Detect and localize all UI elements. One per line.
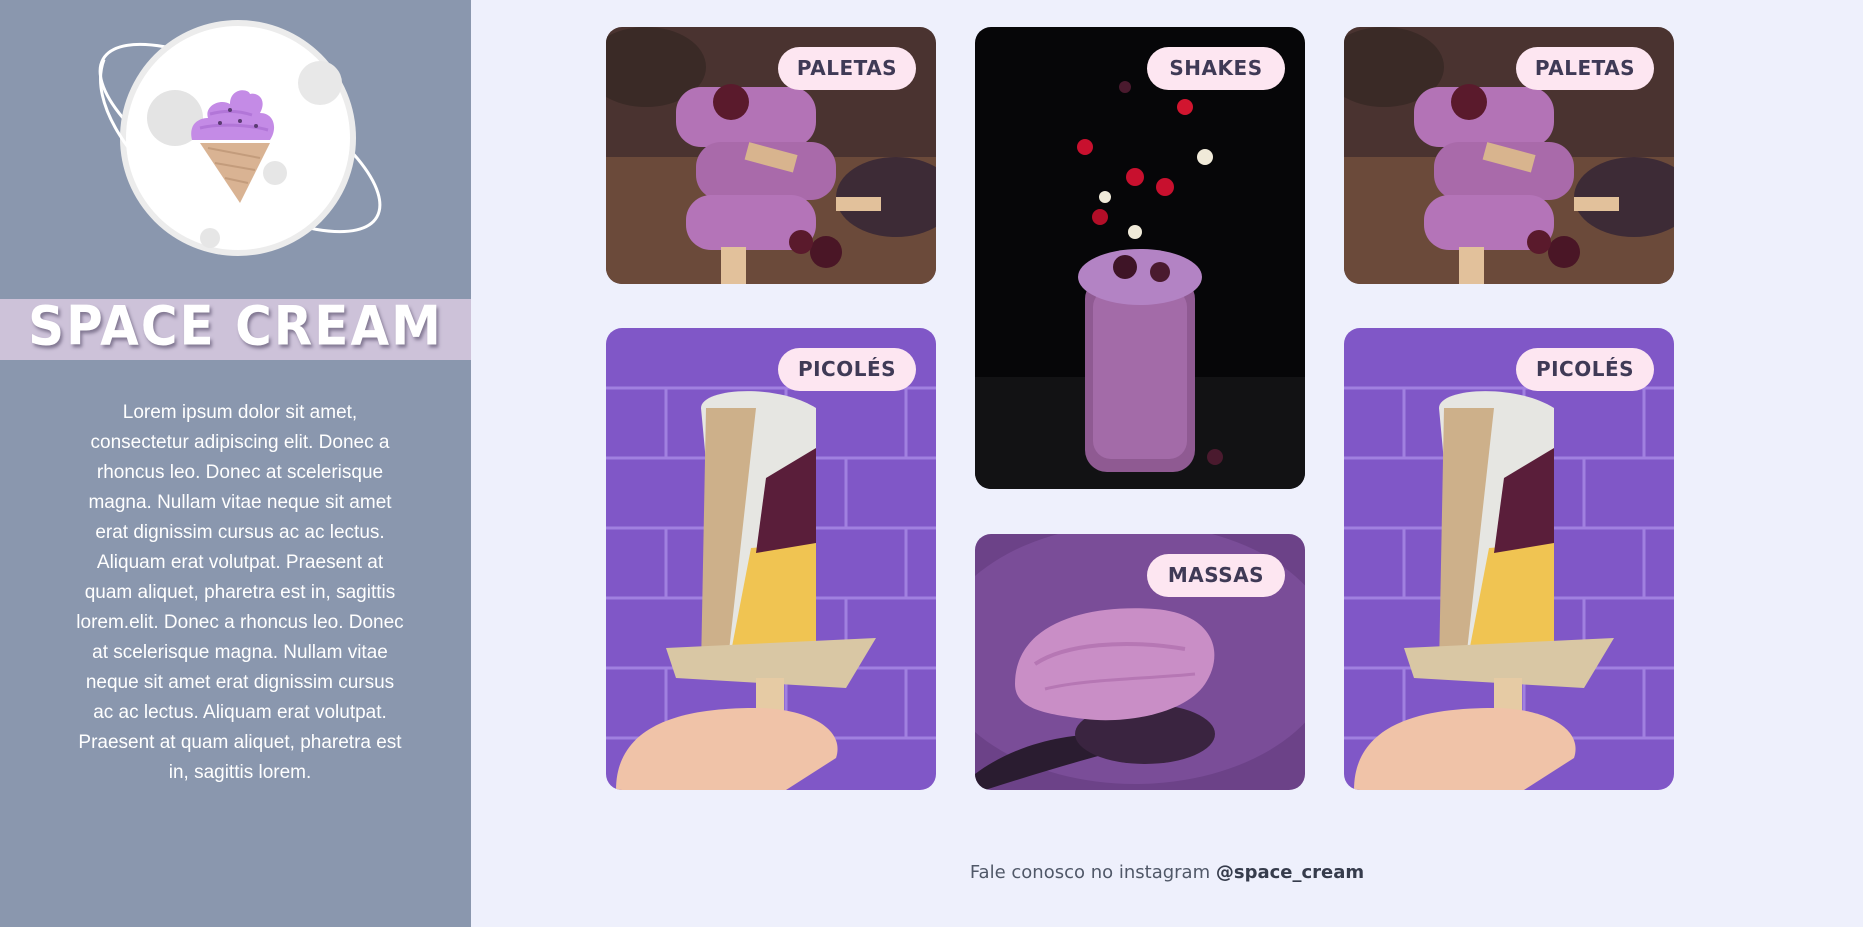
footer: Fale conosco no instagram @space_cream: [471, 862, 1863, 883]
berry-shake-photo: [975, 27, 1305, 489]
card-shakes[interactable]: SHAKES: [975, 27, 1305, 489]
card-label: PICOLÉS: [1516, 348, 1654, 391]
card-massas[interactable]: MASSAS: [975, 534, 1305, 790]
sidebar: SPACE CREAM Lorem ipsum dolor sit amet, …: [0, 0, 471, 927]
card-label: PALETAS: [778, 47, 916, 90]
card-label: PALETAS: [1516, 47, 1654, 90]
footer-text: Fale conosco no instagram: [969, 862, 1211, 883]
card-label: PICOLÉS: [778, 348, 916, 391]
brand-title: SPACE CREAM: [28, 294, 443, 358]
card-label: SHAKES: [1147, 47, 1285, 90]
dipped-popsicle-photo: [606, 328, 936, 790]
dipped-popsicle-photo: [1344, 328, 1674, 790]
card-picoles[interactable]: PICOLÉS: [606, 328, 936, 790]
card-paletas[interactable]: PALETAS: [1344, 27, 1674, 284]
card-paletas[interactable]: PALETAS: [606, 27, 936, 284]
space-cream-logo: [98, 20, 382, 256]
card-picoles[interactable]: PICOLÉS: [1344, 328, 1674, 790]
instagram-link[interactable]: @space_cream: [1216, 862, 1364, 883]
card-label: MASSAS: [1147, 554, 1285, 597]
about-text: Lorem ipsum dolor sit amet, consectetur …: [76, 402, 404, 783]
